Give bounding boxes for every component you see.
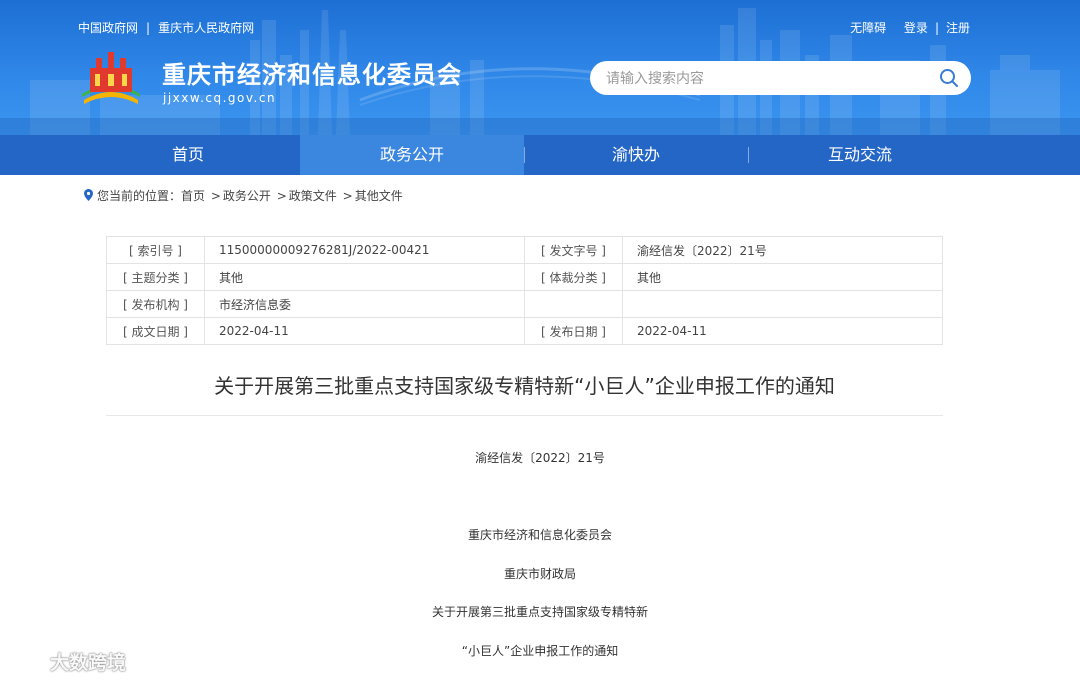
meta-value: 11500000009276281J/2022-00421 [204,236,525,264]
meta-key: [ 发文字号 ] [524,236,623,264]
meta-value: 2022-04-11 [622,317,943,345]
meta-value: 其他 [622,263,943,291]
table-row: [ 发布机构 ] 市经济信息委 [106,290,943,318]
emblem-logo-icon[interactable] [80,50,142,106]
divider: | [146,21,151,35]
breadcrumb-separator: > [338,189,353,203]
breadcrumb-other-files[interactable]: 其他文件 [355,189,403,203]
article-doc-number: 渝经信发〔2022〕21号 [475,451,605,465]
meta-key: [ 索引号 ] [106,236,205,264]
register-link[interactable]: 注册 [946,21,970,35]
main-nav: 首页 政务公开 渝快办 互动交流 [0,135,1080,175]
table-row: [ 索引号 ] 11500000009276281J/2022-00421 [ … [106,236,943,264]
top-links: 中国政府网 | 重庆市人民政府网 [78,19,254,36]
watermark-text: 大数跨境 [50,652,127,674]
meta-key: [ 发布机构 ] [106,290,205,318]
meta-key: [ 发布日期 ] [524,317,623,345]
meta-value: 其他 [204,263,525,291]
breadcrumb: 您当前的位置：首页 > 政务公开 > 政策文件 > 其他文件 [84,187,403,204]
title-divider [106,415,943,416]
meta-empty-cell [524,290,623,318]
user-links: 无障碍 登录 | 注册 [850,19,970,36]
meta-key: [ 体裁分类 ] [524,263,623,291]
login-link[interactable]: 登录 [904,21,928,35]
search-box [590,61,971,95]
table-row: [ 成文日期 ] 2022-04-11 [ 发布日期 ] 2022-04-11 [106,317,943,345]
document-meta-table: [ 索引号 ] 11500000009276281J/2022-00421 [ … [106,236,943,345]
divider: | [934,21,939,35]
breadcrumb-home[interactable]: 首页 [181,189,205,203]
site-title[interactable]: 重庆市经济和信息化委员会 [162,55,462,90]
meta-value: 2022-04-11 [204,317,525,345]
article-issuer: 重庆市经济和信息化委员会 [467,528,612,542]
meta-empty-cell [622,290,943,318]
search-icon[interactable] [939,68,959,88]
site-url: jjxxw.cq.gov.cn [163,91,277,105]
breadcrumb-policy-files[interactable]: 政策文件 [289,189,337,203]
nav-item-yukuaiban[interactable]: 渝快办 [524,135,748,175]
nav-item-home[interactable]: 首页 [76,135,300,175]
link-gov-cn[interactable]: 中国政府网 [78,21,138,35]
nav-item-government-affairs[interactable]: 政务公开 [300,135,524,175]
search-input[interactable] [604,68,928,90]
watermark: 大数跨境 [10,648,126,676]
article-title-line: “小巨人”企业申报工作的通知 [461,644,619,658]
meta-key: [ 主题分类 ] [106,263,205,291]
meta-key: [ 成文日期 ] [106,317,205,345]
accessibility-link[interactable]: 无障碍 [850,21,886,35]
meta-value: 渝经信发〔2022〕21号 [622,236,943,264]
location-pin-icon [84,189,93,201]
article-title: 关于开展第三批重点支持国家级专精特新“小巨人”企业申报工作的通知 [214,374,835,398]
header-banner: 中国政府网 | 重庆市人民政府网 无障碍 登录 | 注册 重庆市经济和信息化委员会 jj… [0,0,1080,135]
breadcrumb-separator: > [207,189,221,203]
breadcrumb-label: 您当前的位置： [97,189,182,203]
article-title-line: 关于开展第三批重点支持国家级专精特新 [431,605,648,619]
nav-item-interaction[interactable]: 互动交流 [748,135,972,175]
breadcrumb-government-affairs[interactable]: 政务公开 [223,189,271,203]
breadcrumb-separator: > [272,189,287,203]
meta-value: 市经济信息委 [204,290,525,318]
article-issuer: 重庆市财政局 [503,567,576,581]
table-row: [ 主题分类 ] 其他 [ 体裁分类 ] 其他 [106,263,943,291]
watermark-logo-icon [11,655,48,674]
link-cq-gov[interactable]: 重庆市人民政府网 [158,21,254,35]
